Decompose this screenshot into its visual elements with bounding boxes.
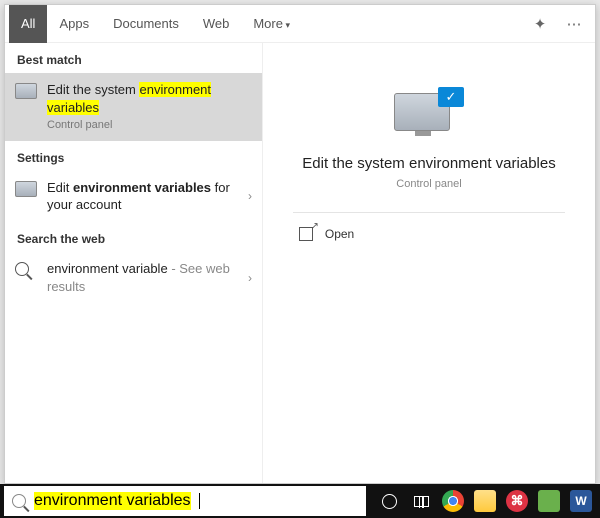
- app-word[interactable]: W: [566, 486, 596, 516]
- task-view-button[interactable]: [406, 486, 436, 516]
- action-open[interactable]: Open: [293, 213, 565, 255]
- result-web-search[interactable]: environment variable - See web results ›: [5, 252, 262, 303]
- tab-web[interactable]: Web: [191, 5, 242, 43]
- app-green[interactable]: [534, 486, 564, 516]
- settings-monitor-icon: [15, 181, 37, 203]
- cortana-button[interactable]: [374, 486, 404, 516]
- chevron-right-icon: ›: [248, 271, 252, 285]
- result-settings-item[interactable]: Edit environment variables for your acco…: [5, 171, 262, 222]
- tab-all[interactable]: All: [9, 5, 47, 43]
- section-search-web: Search the web: [5, 222, 262, 252]
- tab-documents[interactable]: Documents: [101, 5, 191, 43]
- app-file-explorer[interactable]: [470, 486, 500, 516]
- preview-large-icon: ✓: [394, 87, 464, 137]
- open-icon: [299, 227, 313, 241]
- search-results-panel: All Apps Documents Web More ✦ ⋯ Best mat…: [4, 4, 596, 484]
- search-input[interactable]: environment variables: [34, 492, 191, 510]
- results-list: Best match Edit the system environment v…: [5, 43, 263, 483]
- feedback-icon[interactable]: ✦: [523, 15, 557, 33]
- filter-tabs: All Apps Documents Web More ✦ ⋯: [5, 5, 595, 43]
- result-subtitle: Control panel: [47, 118, 252, 133]
- tab-apps[interactable]: Apps: [47, 5, 101, 43]
- app-chrome[interactable]: [438, 486, 468, 516]
- section-best-match: Best match: [5, 43, 262, 73]
- tab-more[interactable]: More: [241, 5, 302, 43]
- search-icon: [15, 262, 37, 284]
- taskbar-search-box[interactable]: environment variables: [4, 486, 366, 516]
- app-red[interactable]: ⌘: [502, 486, 532, 516]
- more-options-icon[interactable]: ⋯: [557, 15, 591, 33]
- control-panel-icon: [15, 83, 37, 105]
- taskbar: environment variables ⌘ W: [0, 484, 600, 518]
- preview-title: Edit the system environment variables: [286, 155, 571, 172]
- result-best-match[interactable]: Edit the system environment variables Co…: [5, 73, 262, 141]
- preview-subtitle: Control panel: [396, 178, 461, 190]
- section-settings: Settings: [5, 141, 262, 171]
- preview-pane: ✓ Edit the system environment variables …: [263, 43, 595, 483]
- search-icon: [12, 494, 26, 508]
- chevron-right-icon: ›: [248, 189, 252, 203]
